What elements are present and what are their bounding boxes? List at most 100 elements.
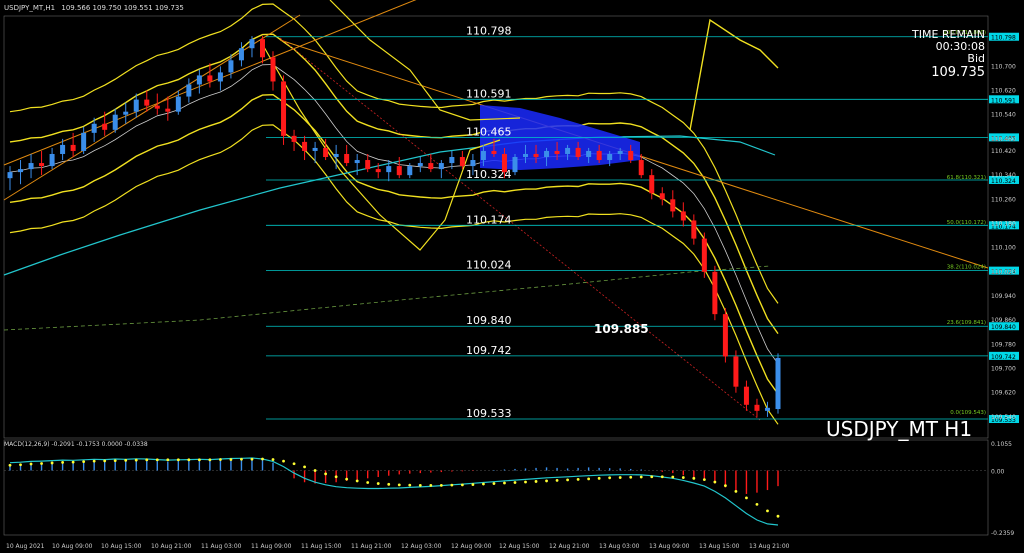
macd-signal-point	[702, 478, 706, 482]
candle-body	[144, 99, 150, 106]
candle-body	[123, 111, 129, 115]
candle-body	[743, 386, 749, 405]
time-axis-tick: 13 Aug 09:00	[649, 543, 690, 550]
candle-body	[354, 160, 360, 164]
macd-signal-point	[471, 483, 475, 486]
macd-signal-point	[124, 458, 128, 462]
bid-label: Bid	[967, 52, 985, 65]
candle-body	[238, 48, 244, 61]
highlight-price: 109.885	[594, 322, 649, 336]
macd-signal-point	[587, 477, 591, 481]
candle-body	[691, 220, 697, 239]
candle-body	[491, 150, 497, 154]
candle-body	[701, 238, 707, 272]
candle-body	[649, 175, 655, 194]
candle-body	[575, 147, 581, 158]
macd-signal-point	[387, 482, 391, 486]
candle-body	[512, 157, 518, 173]
price-axis-tick: 109.860	[991, 317, 1016, 324]
macd-signal-point	[513, 481, 517, 484]
macd-signal-point	[50, 461, 54, 465]
macd-signal-point	[303, 465, 306, 469]
price-axis-tick: 110.100	[991, 245, 1016, 252]
candle-body	[28, 163, 34, 170]
macd-signal-point	[261, 457, 264, 461]
time-axis-tick: 13 Aug 03:00	[599, 543, 640, 550]
candle-body	[375, 169, 381, 173]
candle-body	[228, 60, 234, 73]
candle-body	[680, 211, 686, 221]
candle-body	[70, 144, 76, 151]
candle-body	[438, 163, 444, 170]
candle-body	[344, 153, 350, 164]
candle-body	[365, 160, 371, 170]
candle-body	[565, 147, 571, 154]
macd-signal-point	[324, 472, 328, 476]
price-level-label: 110.024	[466, 259, 512, 272]
macd-signal-point	[545, 479, 548, 483]
price-axis-tick: 110.340	[991, 172, 1016, 179]
candle-body	[323, 147, 329, 158]
macd-signal-point	[376, 482, 380, 485]
price-axis-tick: 109.620	[991, 390, 1016, 397]
macd-signal-point	[660, 475, 664, 479]
macd-signal-point	[566, 478, 569, 482]
candle-body	[470, 160, 476, 167]
macd-signal-point	[692, 476, 696, 480]
candle-body	[60, 144, 66, 154]
candle-body	[523, 153, 529, 158]
macd-signal-point	[250, 457, 254, 461]
candle-body	[281, 81, 287, 136]
candle-body	[480, 150, 486, 161]
macd-signal-point	[723, 484, 727, 488]
macd-title: MACD(12,26,9) -0.2091 -0.1753 0.0000 -0.…	[4, 441, 148, 448]
candle-body	[102, 123, 108, 130]
price-level-label: 109.533	[466, 407, 512, 420]
macd-signal-point	[61, 461, 65, 464]
bid-value: 109.735	[931, 65, 985, 80]
candle-body	[712, 271, 718, 315]
candle-body	[775, 357, 781, 410]
price-axis-tick: 110.260	[991, 196, 1016, 203]
candle-body	[39, 163, 45, 167]
fib-level-label: 23.6(109.841)	[947, 320, 986, 326]
macd-signal-point	[503, 481, 506, 485]
candle-body	[396, 166, 402, 176]
time-axis-tick: 11 Aug 09:00	[251, 543, 292, 550]
candle-body	[270, 57, 276, 82]
chart-header: USDJPY_MT,H1 109.566 109.750 109.551 109…	[4, 4, 184, 12]
candle-body	[733, 356, 739, 387]
price-axis-tick: 110.700	[991, 63, 1016, 70]
candle-body	[196, 75, 202, 85]
macd-axis-tick: -0.2359	[991, 530, 1014, 537]
candle-body	[596, 150, 602, 161]
macd-signal-point	[671, 475, 675, 479]
time-axis-tick: 10 Aug 2021	[6, 543, 45, 550]
candle-body	[617, 150, 623, 154]
symbol-timeframe: USDJPY_MT,H1	[4, 4, 55, 12]
macd-signal-point	[492, 482, 496, 485]
macd-signal-point	[334, 475, 338, 479]
candle-body	[165, 108, 171, 112]
macd-signal-point	[366, 481, 370, 484]
candle-body	[607, 153, 613, 161]
candle-body	[586, 150, 592, 158]
candle-body	[628, 150, 634, 161]
price-axis-tick: 109.700	[991, 366, 1016, 373]
macd-signal-point	[608, 476, 612, 480]
price-level-tag: 110.591	[991, 97, 1016, 104]
candle-body	[459, 157, 465, 167]
macd-signal-point	[745, 496, 748, 500]
price-level-tag: 110.798	[991, 35, 1016, 42]
macd-signal-point	[713, 480, 717, 484]
candle-body	[259, 39, 265, 58]
time-axis-tick: 13 Aug 21:00	[749, 543, 790, 550]
time-axis-tick: 10 Aug 15:00	[101, 543, 142, 550]
macd-signal-point	[82, 460, 86, 464]
price-axis-tick: 110.420	[991, 148, 1016, 155]
price-chart[interactable]: 110.798 110.798 110.591 110.591 110.465 110.4…	[0, 0, 1024, 553]
macd-signal-point	[187, 458, 191, 462]
price-level-label: 109.840	[466, 314, 512, 327]
macd-signal-point	[103, 459, 107, 463]
candle-body	[186, 84, 192, 97]
